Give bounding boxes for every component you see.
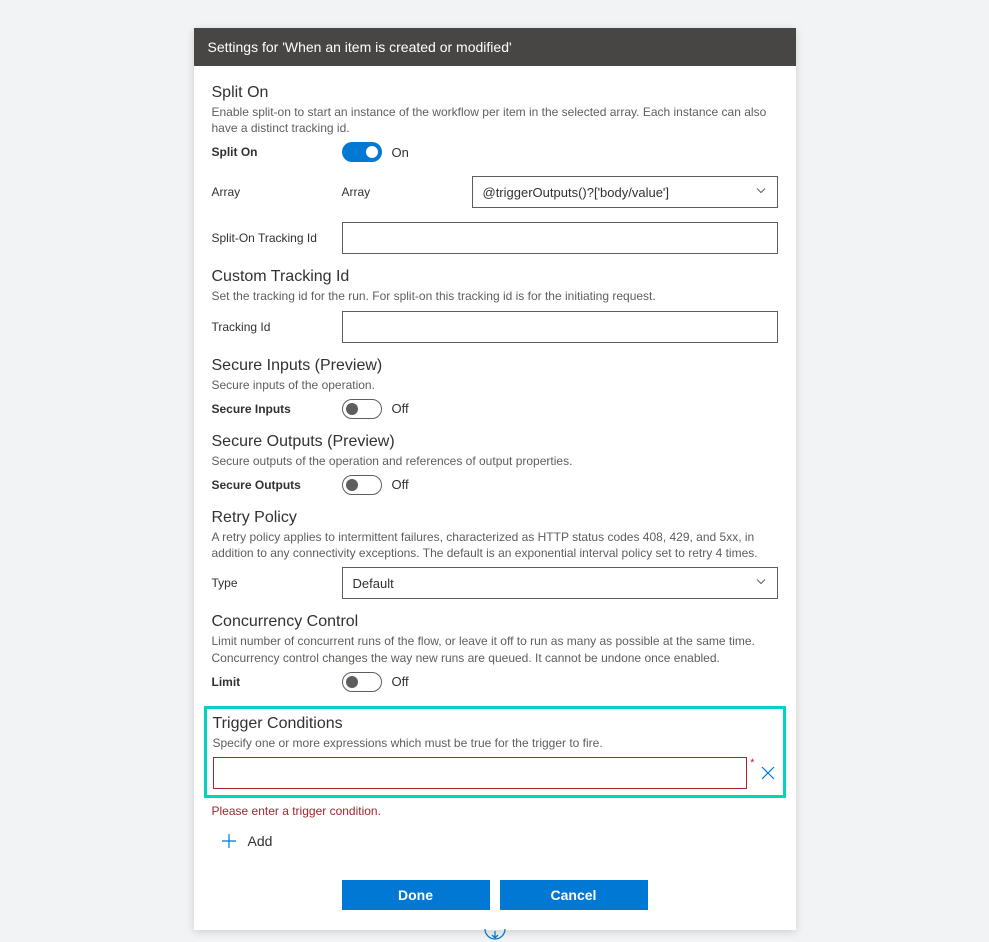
split-on-tracking-label: Split-On Tracking Id xyxy=(212,231,342,245)
retry-policy-section: Retry Policy A retry policy applies to i… xyxy=(212,509,778,599)
trigger-condition-input[interactable] xyxy=(213,757,748,789)
secure-inputs-row: Secure Inputs Off xyxy=(212,399,778,419)
concurrency-state: Off xyxy=(392,674,409,689)
secure-outputs-row: Secure Outputs Off xyxy=(212,475,778,495)
plus-icon xyxy=(220,832,238,850)
custom-tracking-input[interactable] xyxy=(342,311,778,343)
secure-outputs-label: Secure Outputs xyxy=(212,478,342,492)
scroll-down-indicator[interactable] xyxy=(483,928,507,942)
chevron-down-icon xyxy=(755,185,767,200)
secure-outputs-desc: Secure outputs of the operation and refe… xyxy=(212,453,778,469)
secure-inputs-label: Secure Inputs xyxy=(212,402,342,416)
close-icon xyxy=(759,764,777,782)
retry-policy-select[interactable]: Default xyxy=(342,567,778,599)
secure-inputs-section: Secure Inputs (Preview) Secure inputs of… xyxy=(212,357,778,419)
retry-policy-row: Type Default xyxy=(212,567,778,599)
custom-tracking-title: Custom Tracking Id xyxy=(212,268,778,286)
toggle-knob-icon xyxy=(366,146,378,158)
toggle-knob-icon xyxy=(346,676,358,688)
split-on-array-label: Array xyxy=(212,185,342,199)
retry-policy-desc: A retry policy applies to intermittent f… xyxy=(212,529,778,561)
retry-policy-title: Retry Policy xyxy=(212,509,778,527)
done-button[interactable]: Done xyxy=(342,880,490,910)
split-on-section: Split On Enable split-on to start an ins… xyxy=(212,84,778,254)
retry-policy-label: Type xyxy=(212,576,342,590)
trigger-conditions-desc: Specify one or more expressions which mu… xyxy=(213,735,777,751)
split-on-tracking-input[interactable] xyxy=(342,222,778,254)
custom-tracking-row: Tracking Id xyxy=(212,311,778,343)
split-on-desc: Enable split-on to start an instance of … xyxy=(212,104,778,136)
concurrency-toggle[interactable] xyxy=(342,672,382,692)
secure-inputs-state: Off xyxy=(392,401,409,416)
dialog-title: Settings for 'When an item is created or… xyxy=(208,39,512,55)
secure-inputs-toggle[interactable] xyxy=(342,399,382,419)
trigger-condition-row: * xyxy=(213,757,777,789)
concurrency-title: Concurrency Control xyxy=(212,613,778,631)
split-on-array-select[interactable]: @triggerOutputs()?['body/value'] xyxy=(472,176,778,208)
dialog-header: Settings for 'When an item is created or… xyxy=(194,28,796,66)
button-row: Done Cancel xyxy=(212,880,778,910)
secure-inputs-title: Secure Inputs (Preview) xyxy=(212,357,778,375)
trigger-conditions-highlight: Trigger Conditions Specify one or more e… xyxy=(204,706,786,798)
split-on-array-sublabel: Array xyxy=(342,185,472,199)
concurrency-desc: Limit number of concurrent runs of the f… xyxy=(212,633,778,665)
split-on-tracking-row: Split-On Tracking Id xyxy=(212,222,778,254)
trigger-conditions-title: Trigger Conditions xyxy=(213,715,777,733)
delete-condition-button[interactable] xyxy=(759,764,777,782)
toggle-knob-icon xyxy=(346,403,358,415)
split-on-toggle-label: Split On xyxy=(212,145,342,159)
cancel-button[interactable]: Cancel xyxy=(500,880,648,910)
secure-outputs-section: Secure Outputs (Preview) Secure outputs … xyxy=(212,433,778,495)
dialog-body: Split On Enable split-on to start an ins… xyxy=(194,66,796,930)
add-condition-button[interactable]: Add xyxy=(220,832,778,850)
custom-tracking-desc: Set the tracking id for the run. For spl… xyxy=(212,288,778,304)
concurrency-row: Limit Off xyxy=(212,672,778,692)
trigger-condition-error: Please enter a trigger condition. xyxy=(212,804,778,818)
required-asterisk-icon: * xyxy=(750,757,754,769)
secure-outputs-title: Secure Outputs (Preview) xyxy=(212,433,778,451)
page-wrapper: Settings for 'When an item is created or… xyxy=(194,28,796,837)
split-on-toggle[interactable] xyxy=(342,142,382,162)
concurrency-section: Concurrency Control Limit number of conc… xyxy=(212,613,778,691)
split-on-title: Split On xyxy=(212,84,778,102)
secure-inputs-desc: Secure inputs of the operation. xyxy=(212,377,778,393)
add-condition-label: Add xyxy=(248,833,273,849)
custom-tracking-section: Custom Tracking Id Set the tracking id f… xyxy=(212,268,778,342)
split-on-array-value: @triggerOutputs()?['body/value'] xyxy=(483,185,670,200)
secure-outputs-toggle[interactable] xyxy=(342,475,382,495)
retry-policy-value: Default xyxy=(353,576,394,591)
settings-dialog: Settings for 'When an item is created or… xyxy=(194,28,796,930)
concurrency-label: Limit xyxy=(212,675,342,689)
split-on-array-row: Array Array @triggerOutputs()?['body/val… xyxy=(212,176,778,208)
split-on-toggle-state: On xyxy=(392,145,409,160)
split-on-toggle-row: Split On On xyxy=(212,142,778,162)
secure-outputs-state: Off xyxy=(392,477,409,492)
custom-tracking-label: Tracking Id xyxy=(212,320,342,334)
toggle-knob-icon xyxy=(346,479,358,491)
chevron-down-icon xyxy=(755,576,767,591)
